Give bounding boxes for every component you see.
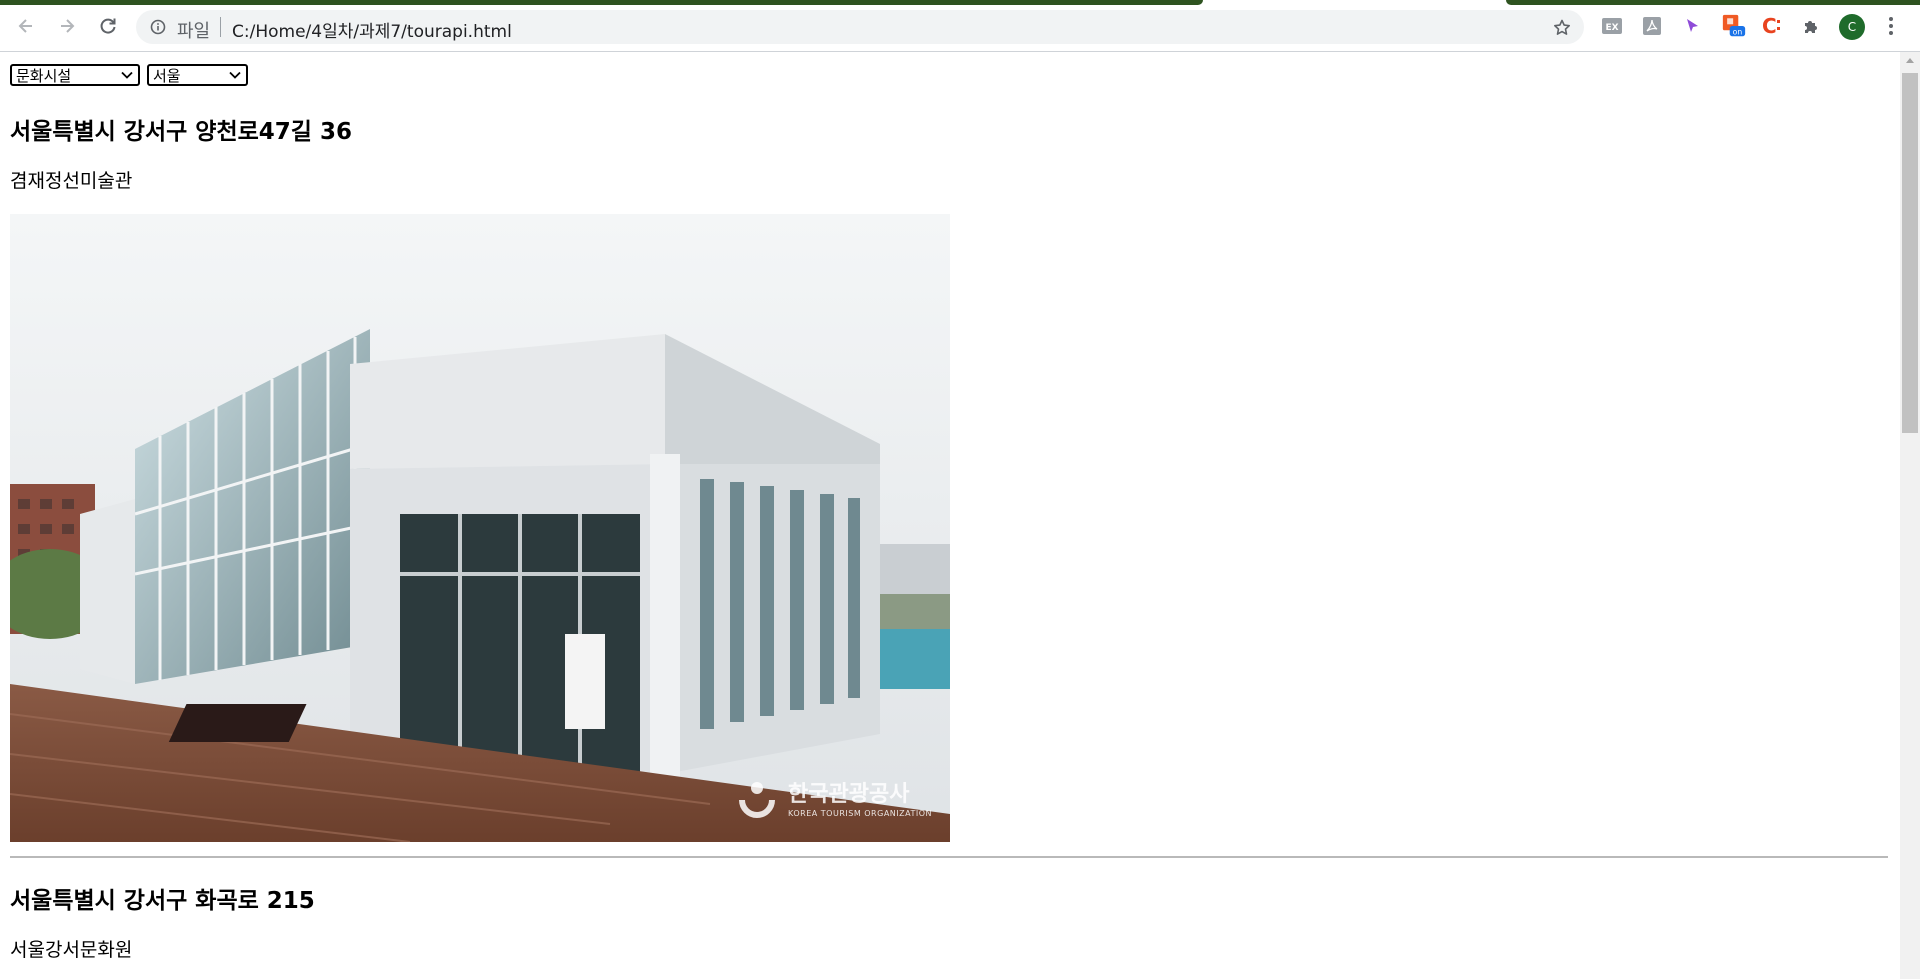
- item-title: 서울강서문화원: [10, 939, 133, 961]
- arrow-right-icon: [61, 19, 75, 33]
- category-select[interactable]: 문화시설: [10, 64, 140, 86]
- region-select-value: 서울: [153, 66, 181, 85]
- acrobat-extension-button[interactable]: [1640, 14, 1664, 38]
- ex-icon: EX: [1602, 18, 1622, 34]
- forward-button[interactable]: [53, 12, 81, 40]
- page-content: 문화시설 서울 서울특별시 강서구 양천로47길 36 겸재정선미술관 한국관광…: [0, 52, 1900, 979]
- inactive-tab-strip[interactable]: [1506, 0, 1920, 5]
- filter-bar: 문화시설 서울: [10, 64, 248, 86]
- item-photo: 한국관광공사 KOREA TOURISM ORGANIZATION: [10, 214, 950, 842]
- browser-toolbar: 파일 C:/Home/4일차/과제7/tourapi.html EX on C …: [0, 0, 1920, 52]
- extensions-button[interactable]: [1800, 14, 1824, 38]
- acrobat-icon: [1643, 17, 1661, 35]
- puzzle-icon: [1805, 21, 1817, 33]
- profile-avatar[interactable]: C: [1839, 14, 1865, 40]
- address-bar[interactable]: 파일 C:/Home/4일차/과제7/tourapi.html: [136, 10, 1584, 44]
- region-select[interactable]: 서울: [147, 64, 248, 86]
- scroll-up-arrow[interactable]: [1906, 58, 1914, 63]
- category-select-value: 문화시설: [16, 66, 72, 85]
- url-scheme-label: 파일: [177, 21, 211, 42]
- info-icon[interactable]: [150, 19, 166, 35]
- chevron-down-icon: [121, 71, 133, 79]
- url-text[interactable]: C:/Home/4일차/과제7/tourapi.html: [232, 17, 512, 42]
- reload-button[interactable]: [94, 12, 122, 40]
- scrollbar-thumb[interactable]: [1902, 73, 1918, 433]
- cursor-icon: [1687, 19, 1698, 32]
- item-divider: [10, 856, 1888, 858]
- reload-icon: [100, 18, 116, 34]
- back-button[interactable]: [12, 12, 40, 40]
- svg-text:EX: EX: [1605, 23, 1618, 33]
- watermark-subtext: KOREA TOURISM ORGANIZATION: [788, 809, 932, 818]
- on-extension-button[interactable]: on: [1722, 14, 1746, 38]
- tourism-logo-icon: [739, 782, 776, 818]
- cursor-extension-button[interactable]: [1680, 14, 1704, 38]
- svg-text:on: on: [1733, 28, 1743, 37]
- item-address: 서울특별시 강서구 화곡로 215: [10, 888, 315, 914]
- arrow-left-icon: [18, 19, 32, 33]
- svg-text:C: C: [1762, 15, 1777, 37]
- item-address: 서울특별시 강서구 양천로47길 36: [10, 119, 352, 145]
- star-icon[interactable]: [1552, 18, 1572, 38]
- on-extension-icon: on: [1722, 14, 1746, 37]
- c-extension-button[interactable]: C: [1760, 14, 1784, 38]
- ex-extension-button[interactable]: EX: [1600, 14, 1624, 38]
- chevron-down-icon: [229, 71, 241, 79]
- active-tab-strip[interactable]: [0, 0, 1203, 5]
- item-title: 겸재정선미술관: [10, 170, 133, 192]
- building-illustration: [10, 214, 950, 842]
- c-extension-icon: C: [1762, 15, 1780, 37]
- url-separator: [220, 17, 221, 37]
- more-vert-icon[interactable]: [1883, 14, 1899, 38]
- watermark: 한국관광공사 KOREA TOURISM ORGANIZATION: [734, 778, 932, 824]
- watermark-text: 한국관광공사: [788, 782, 910, 807]
